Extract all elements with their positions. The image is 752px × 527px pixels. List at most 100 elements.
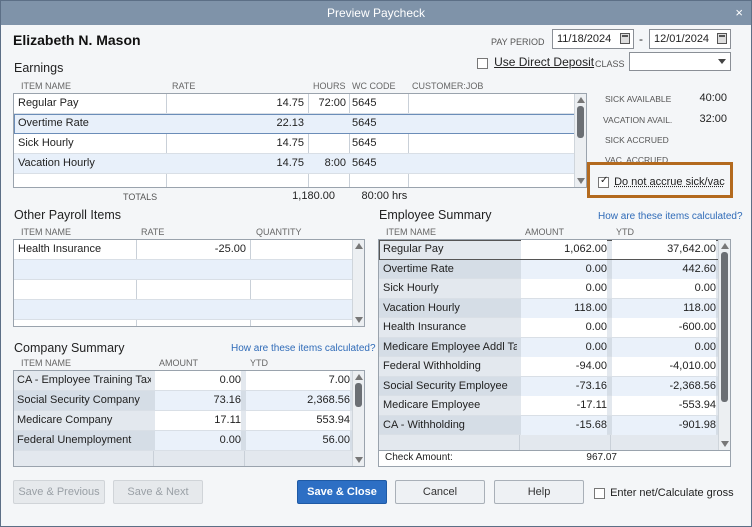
employee-summary-calc-link[interactable]: How are these items calculated? [598, 211, 743, 222]
employee-summary-amount: -94.00 [521, 357, 607, 376]
company-summary-item: Medicare Company [17, 414, 113, 426]
class-dropdown[interactable] [629, 52, 731, 71]
scroll-down-icon[interactable] [355, 457, 363, 463]
scroll-up-icon[interactable] [355, 374, 363, 380]
earnings-rate: 14.75 [276, 137, 304, 149]
earnings-rate: 14.75 [276, 157, 304, 169]
pay-period-start-field[interactable]: 11/18/2024 [552, 29, 634, 49]
earnings-hours: 8:00 [324, 157, 346, 169]
table-row[interactable]: Vacation Hourly 14.75 8:00 5645 [14, 154, 575, 174]
earnings-hours [310, 114, 346, 133]
direct-deposit-checkbox-row[interactable]: Use Direct Deposit [477, 55, 594, 69]
help-button[interactable]: Help [494, 480, 584, 504]
save-next-button[interactable]: Save & Next [113, 480, 203, 504]
employee-summary-amount: -15.68 [521, 415, 607, 435]
table-row[interactable]: Overtime Rate 0.00 442.60 [379, 259, 719, 279]
check-amount-value: 967.07 [586, 452, 617, 463]
calendar-icon[interactable] [717, 33, 727, 44]
table-row[interactable] [14, 280, 353, 300]
table-row[interactable]: Social Security Employee -73.16 -2,368.5… [379, 376, 719, 396]
table-row[interactable]: Sick Hourly 0.00 0.00 [379, 279, 719, 299]
company-summary-item: Social Security Company [17, 394, 140, 406]
other-payroll-table[interactable]: Health Insurance -25.00 [13, 239, 365, 327]
scroll-up-icon[interactable] [355, 243, 363, 249]
earnings-header-wc: WC CODE [352, 81, 396, 91]
employee-summary-amount: 0.00 [521, 337, 607, 357]
save-previous-button[interactable]: Save & Previous [13, 480, 105, 504]
other-payroll-header-item: ITEM NAME [21, 227, 72, 237]
earnings-wc: 5645 [352, 137, 377, 149]
title-bar: Preview Paycheck × [1, 1, 751, 25]
earnings-hours-unit: hrs [392, 190, 408, 202]
table-row[interactable] [14, 300, 353, 320]
direct-deposit-checkbox[interactable] [477, 57, 488, 69]
employee-summary-table[interactable]: Regular Pay 1,062.00 37,642.00 Overtime … [378, 239, 731, 451]
save-close-button[interactable]: Save & Close [297, 480, 387, 504]
table-row[interactable]: Federal Withholding -94.00 -4,010.00 [379, 357, 719, 377]
company-summary-table[interactable]: CA - Employee Training Tax 0.00 7.00 Soc… [13, 370, 365, 467]
table-row[interactable]: Overtime Rate 22.13 5645 [14, 114, 575, 134]
earnings-hours: 72:00 [318, 97, 346, 109]
company-summary-amount: 0.00 [155, 431, 241, 450]
company-summary-ytd: 2,368.56 [246, 391, 350, 410]
other-payroll-header-quantity: QUANTITY [256, 227, 302, 237]
table-row[interactable]: Sick Hourly 14.75 5645 [14, 134, 575, 154]
scroll-thumb[interactable] [721, 252, 728, 402]
employee-summary-ytd: 118.00 [612, 298, 716, 318]
cancel-button[interactable]: Cancel [395, 480, 485, 504]
window-title: Preview Paycheck [326, 6, 426, 20]
close-icon[interactable]: × [735, 1, 743, 25]
sick-accrued-label: SICK ACCRUED [605, 135, 669, 145]
employee-summary-amount: 0.00 [521, 279, 607, 298]
scroll-down-icon[interactable] [577, 178, 585, 184]
enter-net-checkbox-row[interactable]: Enter net/Calculate gross [594, 487, 734, 499]
table-row[interactable]: Health Insurance 0.00 -600.00 [379, 318, 719, 338]
employee-summary-scrollbar[interactable] [718, 240, 730, 450]
company-summary-scrollbar[interactable] [352, 371, 364, 466]
employee-summary-amount: 1,062.00 [521, 240, 607, 259]
earnings-wc: 5645 [352, 117, 377, 129]
enter-net-checkbox[interactable] [594, 487, 605, 499]
employee-summary-amount: 0.00 [521, 259, 607, 279]
earnings-customer [412, 114, 572, 133]
employee-summary-item: Health Insurance [383, 321, 467, 333]
scroll-thumb[interactable] [577, 106, 584, 138]
company-summary-ytd: 553.94 [246, 411, 350, 430]
table-row[interactable]: Health Insurance -25.00 [14, 240, 353, 260]
table-row[interactable]: Medicare Employee Addl Tax 0.00 0.00 [379, 337, 719, 357]
scroll-up-icon[interactable] [721, 243, 729, 249]
scroll-down-icon[interactable] [355, 317, 363, 323]
vacation-avail-label: VACATION AVAIL. [603, 115, 673, 125]
calendar-icon[interactable] [620, 33, 630, 44]
earnings-scrollbar[interactable] [574, 94, 586, 187]
company-summary-amount: 17.11 [155, 411, 241, 430]
table-row[interactable]: CA - Employee Training Tax 0.00 7.00 [14, 371, 353, 391]
table-row[interactable]: Vacation Hourly 118.00 118.00 [379, 298, 719, 318]
table-row[interactable]: Medicare Employee -17.11 -553.94 [379, 396, 719, 416]
do-not-accrue-checkbox-row[interactable]: ✓ Do not accrue sick/vac [598, 175, 725, 188]
employee-summary-item: Medicare Employee Addl Tax [383, 340, 517, 353]
table-row[interactable]: Federal Unemployment 0.00 56.00 [14, 431, 353, 451]
pay-period-end-field[interactable]: 12/01/2024 [649, 29, 731, 49]
table-row[interactable]: Regular Pay 1,062.00 37,642.00 [379, 240, 719, 260]
table-row[interactable]: CA - Withholding -15.68 -901.98 [379, 415, 719, 435]
pay-period-end-value: 12/01/2024 [654, 33, 710, 45]
scroll-down-icon[interactable] [721, 441, 729, 447]
employee-summary-item: CA - Withholding [383, 418, 465, 431]
company-summary-header-item: ITEM NAME [21, 358, 72, 368]
earnings-rate: 14.75 [276, 97, 304, 109]
table-row[interactable]: Regular Pay 14.75 72:00 5645 [14, 94, 575, 114]
scroll-up-icon[interactable] [577, 97, 585, 103]
other-payroll-scrollbar[interactable] [352, 240, 364, 326]
pay-period-start-value: 11/18/2024 [557, 33, 612, 45]
company-summary-calc-link[interactable]: How are these items calculated? [231, 343, 376, 354]
do-not-accrue-label: Do not accrue sick/vac [614, 176, 725, 188]
table-row[interactable]: Social Security Company 73.16 2,368.56 [14, 391, 353, 411]
do-not-accrue-checkbox[interactable]: ✓ [598, 175, 609, 188]
table-row[interactable]: Medicare Company 17.11 553.94 [14, 411, 353, 431]
scroll-thumb[interactable] [355, 383, 362, 407]
employee-summary-item: Federal Withholding [383, 360, 481, 372]
chevron-down-icon[interactable] [718, 59, 726, 64]
table-row[interactable] [14, 260, 353, 280]
earnings-table[interactable]: Regular Pay 14.75 72:00 5645 Overtime Ra… [13, 93, 587, 188]
